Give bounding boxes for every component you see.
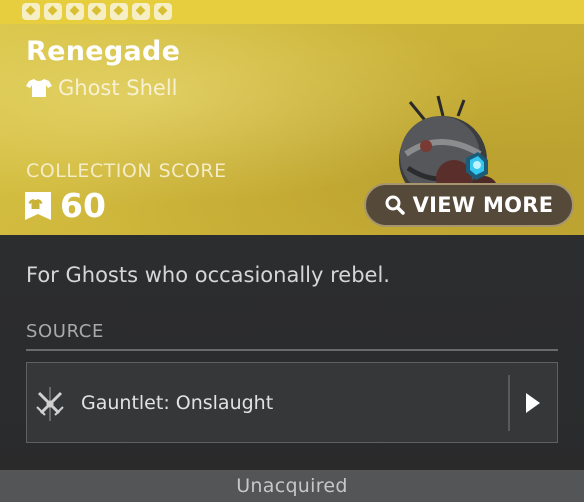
item-type-row: Ghost Shell (26, 76, 178, 100)
pip-icon (110, 3, 128, 20)
pip-icon (22, 3, 40, 20)
source-divider (26, 349, 558, 351)
view-more-button[interactable]: VIEW MORE (364, 183, 574, 227)
acquisition-status-bar: Unacquired (0, 470, 584, 502)
collection-badge-icon (25, 191, 51, 220)
play-arrow-icon (526, 393, 540, 413)
collection-score-value: 60 (60, 186, 106, 225)
pip-icon (44, 3, 62, 20)
item-header: Renegade Ghost Shell COLLECTION SCORE 60 (0, 24, 584, 235)
item-description: For Ghosts who occasionally rebel. (26, 263, 390, 287)
search-icon (385, 195, 405, 215)
source-separator (508, 375, 510, 431)
pip-icon (154, 3, 172, 20)
view-more-label: VIEW MORE (412, 193, 554, 217)
source-name: Gauntlet: Onslaught (81, 392, 274, 414)
pip-icon (66, 3, 84, 20)
shirt-icon (26, 79, 52, 97)
acquisition-status: Unacquired (236, 475, 348, 497)
rarity-strip (0, 0, 584, 24)
collection-score-label: COLLECTION SCORE (26, 160, 227, 182)
item-type: Ghost Shell (58, 76, 178, 100)
item-details-panel: For Ghosts who occasionally rebel. SOURC… (0, 235, 584, 470)
pip-icon (132, 3, 150, 20)
source-heading: SOURCE (26, 321, 104, 342)
collection-score-row: 60 (24, 186, 106, 225)
item-title: Renegade (26, 36, 181, 67)
pip-icon (88, 3, 106, 20)
source-entry[interactable]: Gauntlet: Onslaught (26, 362, 558, 443)
pips-row (22, 3, 172, 20)
crossed-swords-icon (36, 387, 64, 421)
